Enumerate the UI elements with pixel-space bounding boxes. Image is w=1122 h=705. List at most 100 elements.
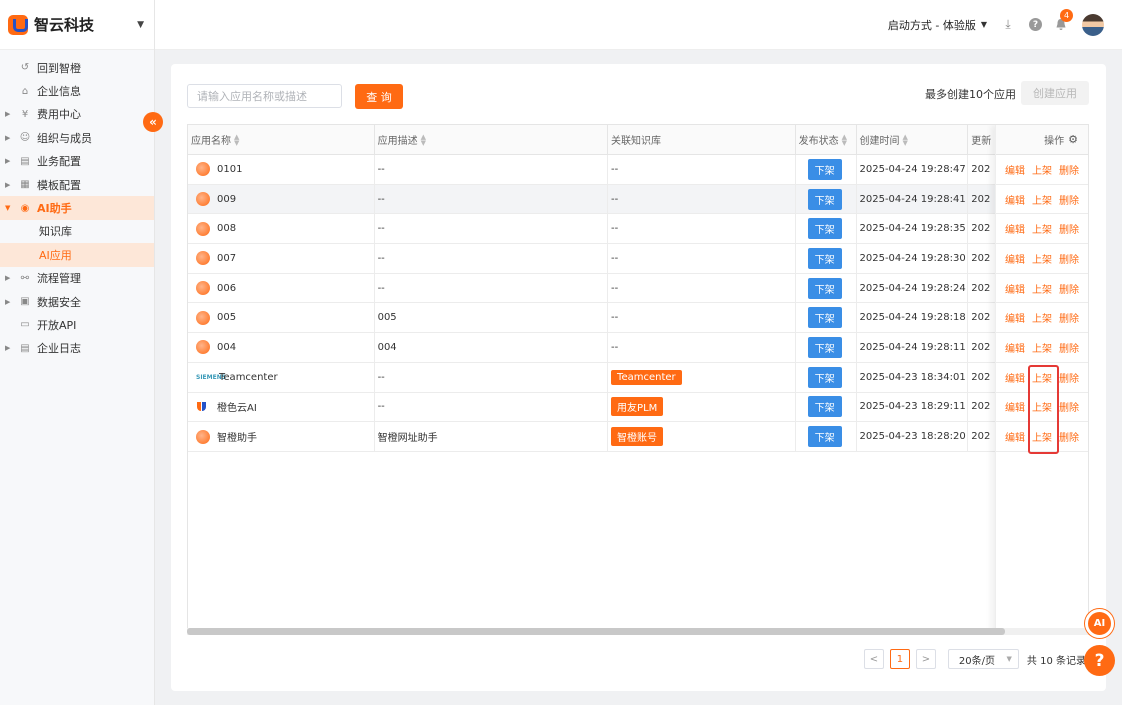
delete-link[interactable]: 删除 <box>1059 399 1079 414</box>
sidebar-item-billing[interactable]: ▶ ¥ 费用中心 <box>0 103 154 126</box>
edit-link[interactable]: 编辑 <box>1005 221 1025 236</box>
knowledge-base: -- <box>608 303 796 333</box>
app-icon <box>196 310 210 325</box>
table-row: 008 -- -- 下架 2025-04-24 19:28:35 202 <box>188 214 1088 245</box>
bell-icon[interactable]: 4 <box>1054 8 1073 32</box>
app-name: 008 <box>217 223 237 235</box>
sort-icon: ▲ ▼ <box>420 132 426 147</box>
status-button[interactable]: 下架 <box>807 336 842 358</box>
search-input[interactable] <box>187 84 342 108</box>
scrollbar-thumb[interactable] <box>187 628 1005 635</box>
chevron-right-icon: ▶ <box>5 180 11 189</box>
edit-link[interactable]: 编辑 <box>1005 429 1025 444</box>
brand-switcher[interactable]: 智云科技 ▼ <box>0 0 154 50</box>
delete-link[interactable]: 删除 <box>1059 251 1079 266</box>
delete-link[interactable]: 删除 <box>1059 221 1079 236</box>
sidebar-item-return[interactable]: ↺ 回到智橙 <box>0 56 154 79</box>
publish-link[interactable]: 上架 <box>1032 192 1052 207</box>
table-row: 橙色云AI -- 用友PLM 下架 2025-04-23 18:29:11 20… <box>188 392 1088 423</box>
gear-icon[interactable]: ⚙ <box>1068 133 1078 146</box>
status-button[interactable]: 下架 <box>807 396 842 418</box>
status-button[interactable]: 下架 <box>807 307 842 329</box>
knowledge-base-tag[interactable]: 智橙账号 <box>611 427 664 447</box>
caret-down-icon: ▼ <box>980 20 987 29</box>
caret-down-icon[interactable]: ▼ <box>137 20 144 30</box>
next-page-button[interactable]: > <box>915 649 936 669</box>
col-operations: 操作 ⚙ <box>996 125 1088 155</box>
app-icon <box>196 429 210 444</box>
app-name: 005 <box>217 312 237 324</box>
prev-page-button[interactable]: < <box>863 649 884 669</box>
sidebar-item-workflow[interactable]: ▶ ⚯ 流程管理 <box>0 267 154 290</box>
publish-link[interactable]: 上架 <box>1032 221 1052 236</box>
created-time: 2025-04-24 19:28:41 <box>857 184 969 214</box>
status-button[interactable]: 下架 <box>807 158 842 180</box>
sidebar-item-business-config[interactable]: ▶ ▤ 业务配置 <box>0 150 154 173</box>
app-name: 009 <box>217 193 237 205</box>
col-app-name[interactable]: 应用名称 ▲ ▼ <box>188 125 375 154</box>
sidebar-item-org-members[interactable]: ▶ ☺ 组织与成员 <box>0 126 154 149</box>
horizontal-scrollbar[interactable] <box>187 628 1089 635</box>
table-row: 007 -- -- 下架 2025-04-24 19:28:30 202 <box>188 244 1088 274</box>
knowledge-base-tag[interactable]: 用友PLM <box>611 397 664 417</box>
status-button[interactable]: 下架 <box>807 426 842 448</box>
delete-link[interactable]: 删除 <box>1059 162 1079 177</box>
col-publish-status[interactable]: 发布状态 ▲ ▼ <box>796 125 857 154</box>
edit-link[interactable]: 编辑 <box>1005 251 1025 266</box>
app-name: 0101 <box>217 163 243 175</box>
log-icon: ▤ <box>20 342 30 354</box>
delete-link[interactable]: 删除 <box>1059 281 1079 296</box>
page-size-select[interactable]: 20条/页 ▼ <box>947 649 1019 669</box>
col-app-desc[interactable]: 应用描述 ▲ ▼ <box>375 125 609 154</box>
status-button[interactable]: 下架 <box>807 366 842 388</box>
edit-link[interactable]: 编辑 <box>1005 310 1025 325</box>
sidebar-item-ai-assistant[interactable]: ▼ ◉ AI助手 <box>0 196 154 220</box>
delete-link[interactable]: 删除 <box>1059 429 1079 444</box>
publish-link[interactable]: 上架 <box>1032 281 1052 296</box>
chevron-right-icon: ▶ <box>5 110 11 119</box>
edit-link[interactable]: 编辑 <box>1005 340 1025 355</box>
col-created-time[interactable]: 创建时间 ▲ ▼ <box>857 125 969 154</box>
collapse-sidebar-button[interactable]: « <box>143 112 163 132</box>
sidebar-item-ai-apps[interactable]: AI应用 <box>0 243 154 267</box>
sort-icon: ▲ ▼ <box>902 132 908 147</box>
publish-link[interactable]: 上架 <box>1032 251 1052 266</box>
edit-link[interactable]: 编辑 <box>1005 162 1025 177</box>
api-icon: ▭ <box>20 319 30 331</box>
status-button[interactable]: 下架 <box>807 247 842 269</box>
edit-link[interactable]: 编辑 <box>1005 399 1025 414</box>
download-icon[interactable]: ⤓ <box>1001 17 1015 32</box>
yen-icon: ¥ <box>21 108 29 120</box>
avatar[interactable] <box>1082 13 1104 36</box>
help-icon[interactable]: ? <box>1029 18 1042 31</box>
sidebar-item-template-config[interactable]: ▶ ▦ 模板配置 <box>0 173 154 196</box>
publish-link[interactable]: 上架 <box>1032 162 1052 177</box>
query-button[interactable]: 查 询 <box>355 84 403 109</box>
sidebar-item-enterprise-log[interactable]: ▶ ▤ 企业日志 <box>0 337 154 360</box>
status-button[interactable]: 下架 <box>807 277 842 299</box>
sidebar-item-company-info[interactable]: ⌂ 企业信息 <box>0 79 154 102</box>
delete-link[interactable]: 删除 <box>1059 340 1079 355</box>
page-1-button[interactable]: 1 <box>889 649 910 669</box>
status-button[interactable]: 下架 <box>807 218 842 240</box>
startup-mode-dropdown[interactable]: 启动方式 - 体验版 ▼ <box>888 17 987 33</box>
knowledge-base-tag[interactable]: Teamcenter <box>611 369 682 385</box>
delete-link[interactable]: 删除 <box>1059 192 1079 207</box>
ai-assistant-float-button[interactable]: AI <box>1085 609 1114 638</box>
sidebar-item-knowledge-base[interactable]: 知识库 <box>0 220 154 243</box>
knowledge-base: -- <box>608 244 796 273</box>
sidebar-item-data-security[interactable]: ▶ ▣ 数据安全 <box>0 290 154 313</box>
help-float-button[interactable]: ? <box>1084 645 1115 676</box>
edit-link[interactable]: 编辑 <box>1005 192 1025 207</box>
sidebar-item-open-api[interactable]: ▭ 开放API <box>0 313 154 336</box>
status-button[interactable]: 下架 <box>807 188 842 210</box>
edit-link[interactable]: 编辑 <box>1005 281 1025 296</box>
edit-link[interactable]: 编辑 <box>1005 370 1025 385</box>
create-app-button[interactable]: 创建应用 <box>1021 81 1089 105</box>
publish-link[interactable]: 上架 <box>1032 340 1052 355</box>
delete-link[interactable]: 删除 <box>1059 310 1079 325</box>
app-name: Teamcenter <box>219 371 278 383</box>
delete-link[interactable]: 删除 <box>1059 370 1079 385</box>
publish-link[interactable]: 上架 <box>1032 310 1052 325</box>
table-row: 006 -- -- 下架 2025-04-24 19:28:24 202 <box>188 273 1088 304</box>
